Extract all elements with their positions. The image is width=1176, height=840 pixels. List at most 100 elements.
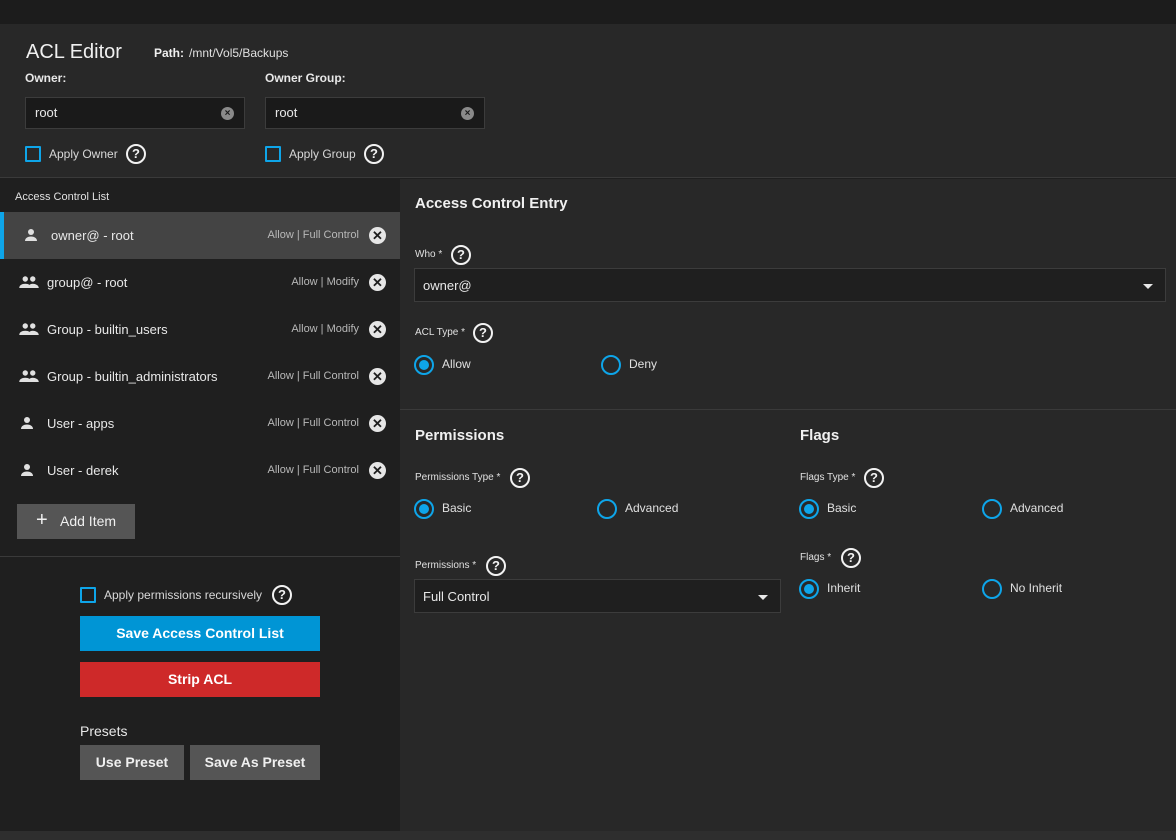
- permissions-select[interactable]: Full Control: [414, 579, 781, 613]
- apply-recursive-checkbox[interactable]: [80, 587, 96, 603]
- chevron-down-icon: [1143, 284, 1153, 289]
- flags-no-inherit-radio[interactable]: [982, 579, 1002, 599]
- acl-type-deny-label: Deny: [629, 357, 658, 371]
- acl-item-permission: Allow | Modify: [291, 323, 359, 335]
- help-icon[interactable]: ?: [864, 468, 884, 488]
- top-bar: [0, 0, 1176, 24]
- acl-item-permission: Allow | Full Control: [267, 464, 360, 476]
- acl-list-item[interactable]: Group - builtin_administrators Allow | Fu…: [0, 353, 400, 400]
- permissions-title: Permissions: [415, 427, 505, 444]
- apply-group-checkbox[interactable]: [265, 146, 281, 162]
- use-preset-button[interactable]: Use Preset: [80, 745, 184, 780]
- acl-list-item[interactable]: Group - builtin_users Allow | Modify ✕: [0, 306, 400, 353]
- add-item-label: Add Item: [60, 513, 117, 529]
- clear-icon[interactable]: ×: [461, 107, 474, 120]
- save-acl-button[interactable]: Save Access Control List: [80, 616, 320, 651]
- apply-recursive-label: Apply permissions recursively: [104, 588, 263, 602]
- remove-icon[interactable]: ✕: [369, 415, 386, 432]
- divider: [0, 556, 400, 557]
- acl-list-panel: Access Control List owner@ - root Allow |…: [0, 179, 400, 831]
- help-icon[interactable]: ?: [272, 585, 292, 605]
- owner-group-value: root: [275, 105, 298, 120]
- chevron-down-icon: [758, 595, 768, 600]
- flags-inherit-radio[interactable]: [799, 579, 819, 599]
- ace-panel: Access Control Entry Who * ? owner@ ACL …: [400, 179, 1176, 831]
- help-icon[interactable]: ?: [510, 468, 530, 488]
- help-icon[interactable]: ?: [451, 245, 471, 265]
- permissions-type-advanced-label: Advanced: [625, 501, 679, 515]
- help-icon[interactable]: ?: [364, 144, 384, 164]
- group-icon: [18, 367, 40, 385]
- presets-heading: Presets: [80, 723, 128, 739]
- permissions-type-basic-radio[interactable]: [414, 499, 434, 519]
- divider: [400, 409, 1176, 410]
- permissions-type-advanced-radio[interactable]: [597, 499, 617, 519]
- path-value: /mnt/Vol5/Backups: [189, 46, 289, 60]
- owner-group-label: Owner Group:: [265, 71, 346, 85]
- who-label: Who *: [415, 249, 443, 260]
- acl-item-name: Group - builtin_users: [47, 322, 168, 337]
- apply-owner-label: Apply Owner: [49, 147, 118, 161]
- person-icon: [18, 414, 40, 432]
- acl-item-name: owner@ - root: [51, 228, 134, 243]
- flags-type-advanced-label: Advanced: [1010, 501, 1064, 515]
- acl-type-allow-label: Allow: [442, 357, 471, 371]
- acl-list-item[interactable]: group@ - root Allow | Modify ✕: [0, 259, 400, 306]
- flags-type-label: Flags Type *: [800, 472, 856, 483]
- help-icon[interactable]: ?: [486, 556, 506, 576]
- acl-list-item[interactable]: User - derek Allow | Full Control ✕: [0, 447, 400, 494]
- flags-type-basic-label: Basic: [827, 501, 857, 515]
- acl-type-allow-radio[interactable]: [414, 355, 434, 375]
- strip-acl-button[interactable]: Strip ACL: [80, 662, 320, 697]
- acl-item-permission: Allow | Modify: [291, 276, 359, 288]
- page-title: ACL Editor: [26, 41, 122, 63]
- flags-no-inherit-label: No Inherit: [1010, 581, 1063, 595]
- remove-icon[interactable]: ✕: [369, 321, 386, 338]
- acl-list-item[interactable]: owner@ - root Allow | Full Control ✕: [0, 212, 400, 259]
- plus-icon: +: [36, 509, 48, 531]
- owner-input[interactable]: root ×: [25, 97, 245, 129]
- ace-title: Access Control Entry: [415, 195, 568, 212]
- group-icon: [18, 320, 40, 338]
- owner-value: root: [35, 105, 58, 120]
- permissions-value: Full Control: [423, 589, 490, 604]
- permissions-type-basic-label: Basic: [442, 501, 472, 515]
- flags-type-advanced-radio[interactable]: [982, 499, 1002, 519]
- owner-label: Owner:: [25, 71, 67, 85]
- acl-item-permission: Allow | Full Control: [267, 370, 360, 382]
- help-icon[interactable]: ?: [841, 548, 861, 568]
- add-item-button[interactable]: + Add Item: [17, 504, 135, 539]
- acl-item-name: Group - builtin_administrators: [47, 369, 218, 384]
- flags-type-basic-radio[interactable]: [799, 499, 819, 519]
- help-icon[interactable]: ?: [473, 323, 493, 343]
- who-value: owner@: [423, 278, 472, 293]
- acl-item-name: User - derek: [47, 463, 119, 478]
- owner-group-input[interactable]: root ×: [265, 97, 485, 129]
- apply-owner-checkbox[interactable]: [25, 146, 41, 162]
- acl-item-permission: Allow | Full Control: [267, 229, 360, 241]
- acl-list-item[interactable]: User - apps Allow | Full Control ✕: [0, 400, 400, 447]
- apply-group-label: Apply Group: [289, 147, 356, 161]
- remove-icon[interactable]: ✕: [369, 227, 386, 244]
- permissions-label: Permissions *: [415, 560, 477, 571]
- flags-title: Flags: [800, 427, 840, 444]
- group-icon: [18, 273, 40, 291]
- remove-icon[interactable]: ✕: [369, 368, 386, 385]
- remove-icon[interactable]: ✕: [369, 274, 386, 291]
- permissions-type-label: Permissions Type *: [415, 472, 501, 483]
- acl-item-name: User - apps: [47, 416, 115, 431]
- acl-type-deny-radio[interactable]: [601, 355, 621, 375]
- save-as-preset-button[interactable]: Save As Preset: [190, 745, 320, 780]
- remove-icon[interactable]: ✕: [369, 462, 386, 479]
- flags-inherit-label: Inherit: [827, 581, 861, 595]
- acl-header: ACL Editor Path: /mnt/Vol5/Backups Owner…: [0, 24, 1176, 178]
- bottom-bar: [0, 831, 1176, 840]
- clear-icon[interactable]: ×: [221, 107, 234, 120]
- acl-item-permission: Allow | Full Control: [267, 417, 360, 429]
- help-icon[interactable]: ?: [126, 144, 146, 164]
- acl-list-heading: Access Control List: [15, 191, 110, 203]
- acl-type-label: ACL Type *: [415, 327, 466, 338]
- person-icon: [22, 226, 44, 244]
- flags-label: Flags *: [800, 552, 832, 563]
- who-select[interactable]: owner@: [414, 268, 1166, 302]
